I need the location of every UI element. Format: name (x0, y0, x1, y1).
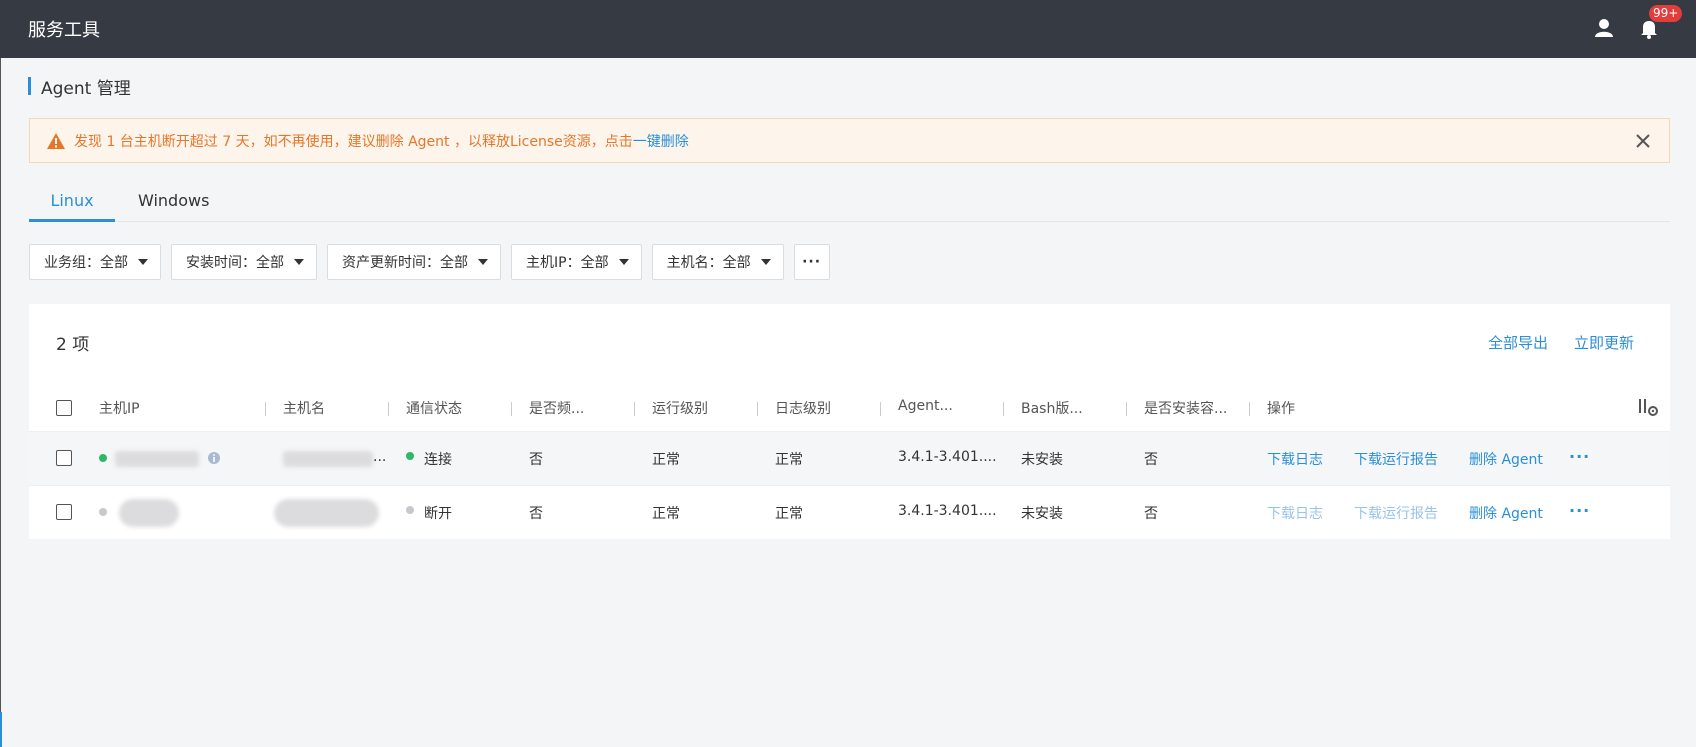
page-title: Agent 管理 (41, 78, 131, 99)
truncation-ellipsis: ... (373, 449, 387, 465)
col-host-ip[interactable]: 主机IP (99, 398, 140, 418)
col-divider (511, 402, 512, 416)
agent-version: 3.4.1-3.401.... (898, 449, 997, 465)
filter-business-group[interactable]: 业务组：全部 (29, 244, 161, 280)
row-more-button[interactable]: ··· (1569, 501, 1590, 520)
table-header: 主机IP 主机名 通信状态 是否频... 运行级别 日志级别 Agent... … (29, 382, 1670, 434)
agent-table-card: 2 项 全部导出 立即更新 主机IP 主机名 通信状态 是否频... 运行级别 … (29, 304, 1670, 539)
left-edge-divider (0, 58, 1, 747)
filter-host-name[interactable]: 主机名：全部 (651, 244, 784, 280)
online-dot (99, 454, 107, 462)
item-count: 2 项 (56, 335, 90, 355)
filter-asset-update-time[interactable]: 资产更新时间：全部 (327, 244, 501, 280)
update-now-button[interactable]: 立即更新 (1574, 332, 1634, 353)
col-divider (634, 402, 635, 416)
col-container[interactable]: 是否安装容... (1144, 398, 1227, 418)
col-divider (1126, 402, 1127, 416)
col-log-level[interactable]: 日志级别 (775, 398, 831, 418)
heading-accent-bar (28, 77, 31, 95)
tab-windows[interactable]: Windows (138, 191, 209, 222)
log-level: 正常 (775, 452, 803, 468)
filter-label: 业务组：全部 (44, 255, 128, 271)
filter-label: 主机IP：全部 (526, 255, 609, 271)
col-agent[interactable]: Agent... (898, 398, 953, 414)
status-dot (406, 452, 414, 460)
user-icon[interactable] (1590, 14, 1618, 42)
filter-label: 资产更新时间：全部 (342, 255, 468, 271)
row-checkbox[interactable] (56, 450, 72, 466)
frequent-value: 否 (529, 506, 543, 522)
col-divider (388, 402, 389, 416)
alert-message: 发现 1 台主机断开超过 7 天，如不再使用，建议删除 Agent ，以释放Li… (74, 133, 633, 150)
container-installed: 否 (1144, 452, 1158, 468)
col-frequent[interactable]: 是否频... (529, 398, 584, 418)
filter-install-time[interactable]: 安装时间：全部 (171, 244, 317, 280)
warning-icon (47, 132, 65, 149)
download-log-link-disabled: 下载日志 (1267, 506, 1323, 522)
table-row[interactable]: ... 连接 否 正常 正常 3.4.1-3.401.... 未安装 否 下载日… (29, 431, 1670, 485)
caret-down-icon (138, 259, 148, 265)
col-actions: 操作 (1267, 401, 1295, 417)
run-level: 正常 (652, 506, 680, 522)
download-log-link[interactable]: 下载日志 (1267, 449, 1323, 469)
col-divider (1249, 402, 1250, 416)
notification-badge: 99+ (1649, 5, 1683, 22)
left-accent-bar (0, 712, 2, 747)
page-heading: Agent 管理 (28, 75, 131, 99)
caret-down-icon (760, 259, 771, 265)
redacted-host-name (274, 499, 379, 527)
offline-dot (99, 508, 107, 516)
more-filters-button[interactable]: ··· (793, 244, 830, 280)
close-icon[interactable] (1633, 131, 1653, 151)
col-run-level[interactable]: 运行级别 (652, 398, 708, 418)
run-level: 正常 (652, 452, 680, 468)
col-divider (265, 402, 266, 416)
status-dot (406, 506, 414, 514)
redacted-host-ip (119, 499, 179, 527)
filter-host-ip[interactable]: 主机IP：全部 (511, 244, 642, 280)
bash-version: 未安装 (1021, 506, 1063, 522)
warning-alert: 发现 1 台主机断开超过 7 天，如不再使用，建议删除 Agent ，以释放Li… (29, 118, 1670, 163)
os-tabs: Linux Windows (29, 185, 1670, 222)
caret-down-icon (618, 259, 629, 265)
top-bar: 服务工具 99+ (0, 0, 1696, 58)
export-all-button[interactable]: 全部导出 (1488, 332, 1548, 353)
row-more-button[interactable]: ··· (1569, 447, 1590, 466)
table-top-actions: 全部导出 立即更新 (1488, 332, 1634, 353)
row-checkbox[interactable] (56, 504, 72, 520)
col-bash[interactable]: Bash版... (1021, 398, 1083, 418)
select-all-checkbox[interactable] (56, 400, 72, 416)
col-divider (757, 402, 758, 416)
container-installed: 否 (1144, 506, 1158, 522)
caret-down-icon (478, 259, 488, 265)
frequent-value: 否 (529, 452, 543, 468)
caret-down-icon (294, 259, 304, 265)
col-divider (1003, 402, 1004, 416)
col-host-name[interactable]: 主机名 (283, 398, 325, 418)
one-click-delete-link[interactable]: 一键删除 (633, 131, 689, 151)
redacted-host-name (283, 451, 373, 467)
column-settings-icon[interactable] (1637, 396, 1659, 418)
delete-agent-link[interactable]: 删除 Agent (1469, 503, 1543, 523)
comm-status: 连接 (424, 452, 452, 468)
redacted-host-ip (115, 451, 199, 467)
agent-version: 3.4.1-3.401.... (898, 503, 997, 519)
bash-version: 未安装 (1021, 452, 1063, 468)
filter-label: 主机名：全部 (666, 255, 751, 271)
col-comm-status[interactable]: 通信状态 (406, 398, 462, 418)
app-title: 服务工具 (28, 20, 100, 41)
filter-label: 安装时间：全部 (186, 255, 284, 271)
download-report-link[interactable]: 下载运行报告 (1354, 449, 1438, 469)
col-divider (880, 402, 881, 416)
table-row[interactable]: 断开 否 正常 正常 3.4.1-3.401.... 未安装 否 下载日志 下载… (29, 485, 1670, 539)
delete-agent-link[interactable]: 删除 Agent (1469, 449, 1543, 469)
info-icon[interactable] (207, 451, 221, 465)
download-report-link-disabled: 下载运行报告 (1354, 506, 1438, 522)
log-level: 正常 (775, 506, 803, 522)
tab-linux[interactable]: Linux (29, 191, 115, 222)
comm-status: 断开 (424, 506, 452, 522)
filter-bar: 业务组：全部 安装时间：全部 资产更新时间：全部 主机IP：全部 主机名：全部 … (29, 244, 830, 280)
